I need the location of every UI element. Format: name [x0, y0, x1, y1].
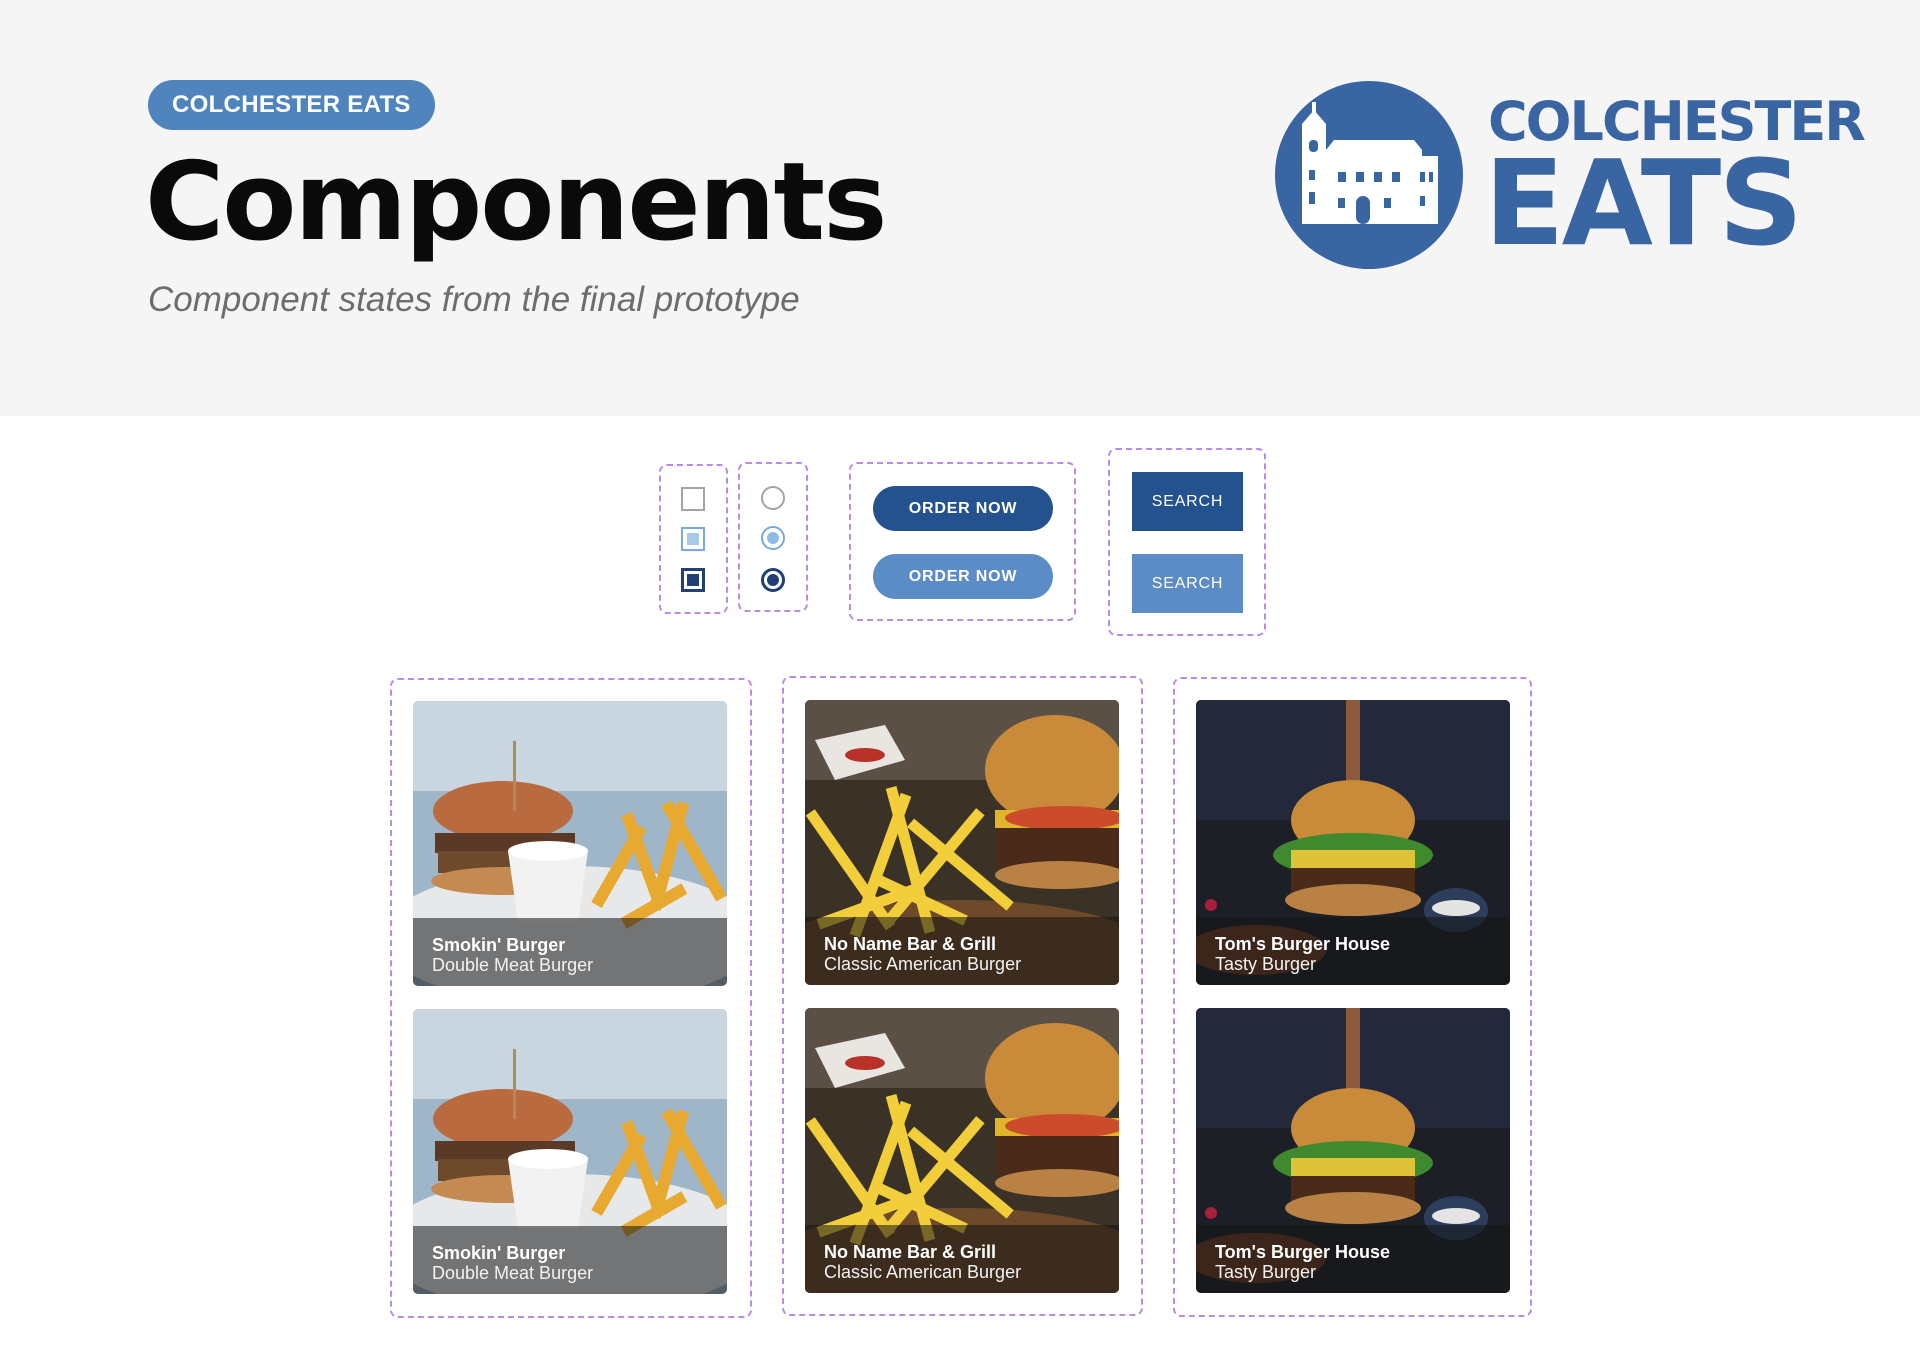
- brand-badge: COLCHESTER EATS: [148, 80, 435, 130]
- restaurant-card[interactable]: Tom's Burger House Tasty Burger: [1196, 1008, 1510, 1293]
- radio-selected[interactable]: [761, 568, 785, 592]
- header-band: COLCHESTER EATS Components Component sta…: [0, 0, 1920, 416]
- radio-unselected[interactable]: [761, 486, 785, 510]
- radio-states-frame: [738, 462, 808, 612]
- order-button-states-frame: ORDER NOW ORDER NOW: [849, 462, 1076, 621]
- restaurant-card[interactable]: No Name Bar & Grill Classic American Bur…: [805, 700, 1119, 985]
- dish-name: Double Meat Burger: [432, 955, 594, 975]
- restaurant-card[interactable]: Smokin' Burger Double Meat Burger: [413, 1009, 727, 1294]
- search-button-states-frame: SEARCH SEARCH: [1108, 448, 1266, 636]
- order-now-button-hover[interactable]: ORDER NOW: [873, 554, 1053, 599]
- search-button-default[interactable]: SEARCH: [1132, 472, 1243, 531]
- colchester-eats-logo: COLCHESTER EATS: [1274, 80, 1868, 270]
- restaurant-card[interactable]: Tom's Burger House Tasty Burger: [1196, 700, 1510, 985]
- dish-name: Tasty Burger: [1215, 1262, 1317, 1282]
- restaurant-name: No Name Bar & Grill: [824, 1242, 997, 1262]
- dish-name: Classic American Burger: [824, 954, 1022, 974]
- radio-partial[interactable]: [761, 526, 785, 550]
- dish-name: Classic American Burger: [824, 1262, 1022, 1282]
- restaurant-name: Tom's Burger House: [1215, 934, 1390, 954]
- page-title: Components: [145, 140, 887, 265]
- dish-name: Tasty Burger: [1215, 954, 1317, 974]
- checkbox-checked[interactable]: [681, 568, 705, 592]
- search-button-hover[interactable]: SEARCH: [1132, 554, 1243, 613]
- restaurant-name: Smokin' Burger: [432, 935, 566, 955]
- checkbox-states-frame: [659, 464, 728, 614]
- checkbox-unchecked[interactable]: [681, 487, 705, 511]
- order-now-button-default[interactable]: ORDER NOW: [873, 486, 1053, 531]
- checkbox-partial[interactable]: [681, 527, 705, 551]
- page-subtitle: Component states from the final prototyp…: [148, 280, 800, 319]
- logo-text-eats: EATS: [1484, 134, 1803, 272]
- restaurant-name: Tom's Burger House: [1215, 1242, 1390, 1262]
- restaurant-name: No Name Bar & Grill: [824, 934, 997, 954]
- dish-name: Double Meat Burger: [432, 1263, 594, 1283]
- castle-icon: [1275, 81, 1463, 269]
- restaurant-card[interactable]: Smokin' Burger Double Meat Burger: [413, 701, 727, 986]
- restaurant-name: Smokin' Burger: [432, 1243, 566, 1263]
- restaurant-card[interactable]: No Name Bar & Grill Classic American Bur…: [805, 1008, 1119, 1293]
